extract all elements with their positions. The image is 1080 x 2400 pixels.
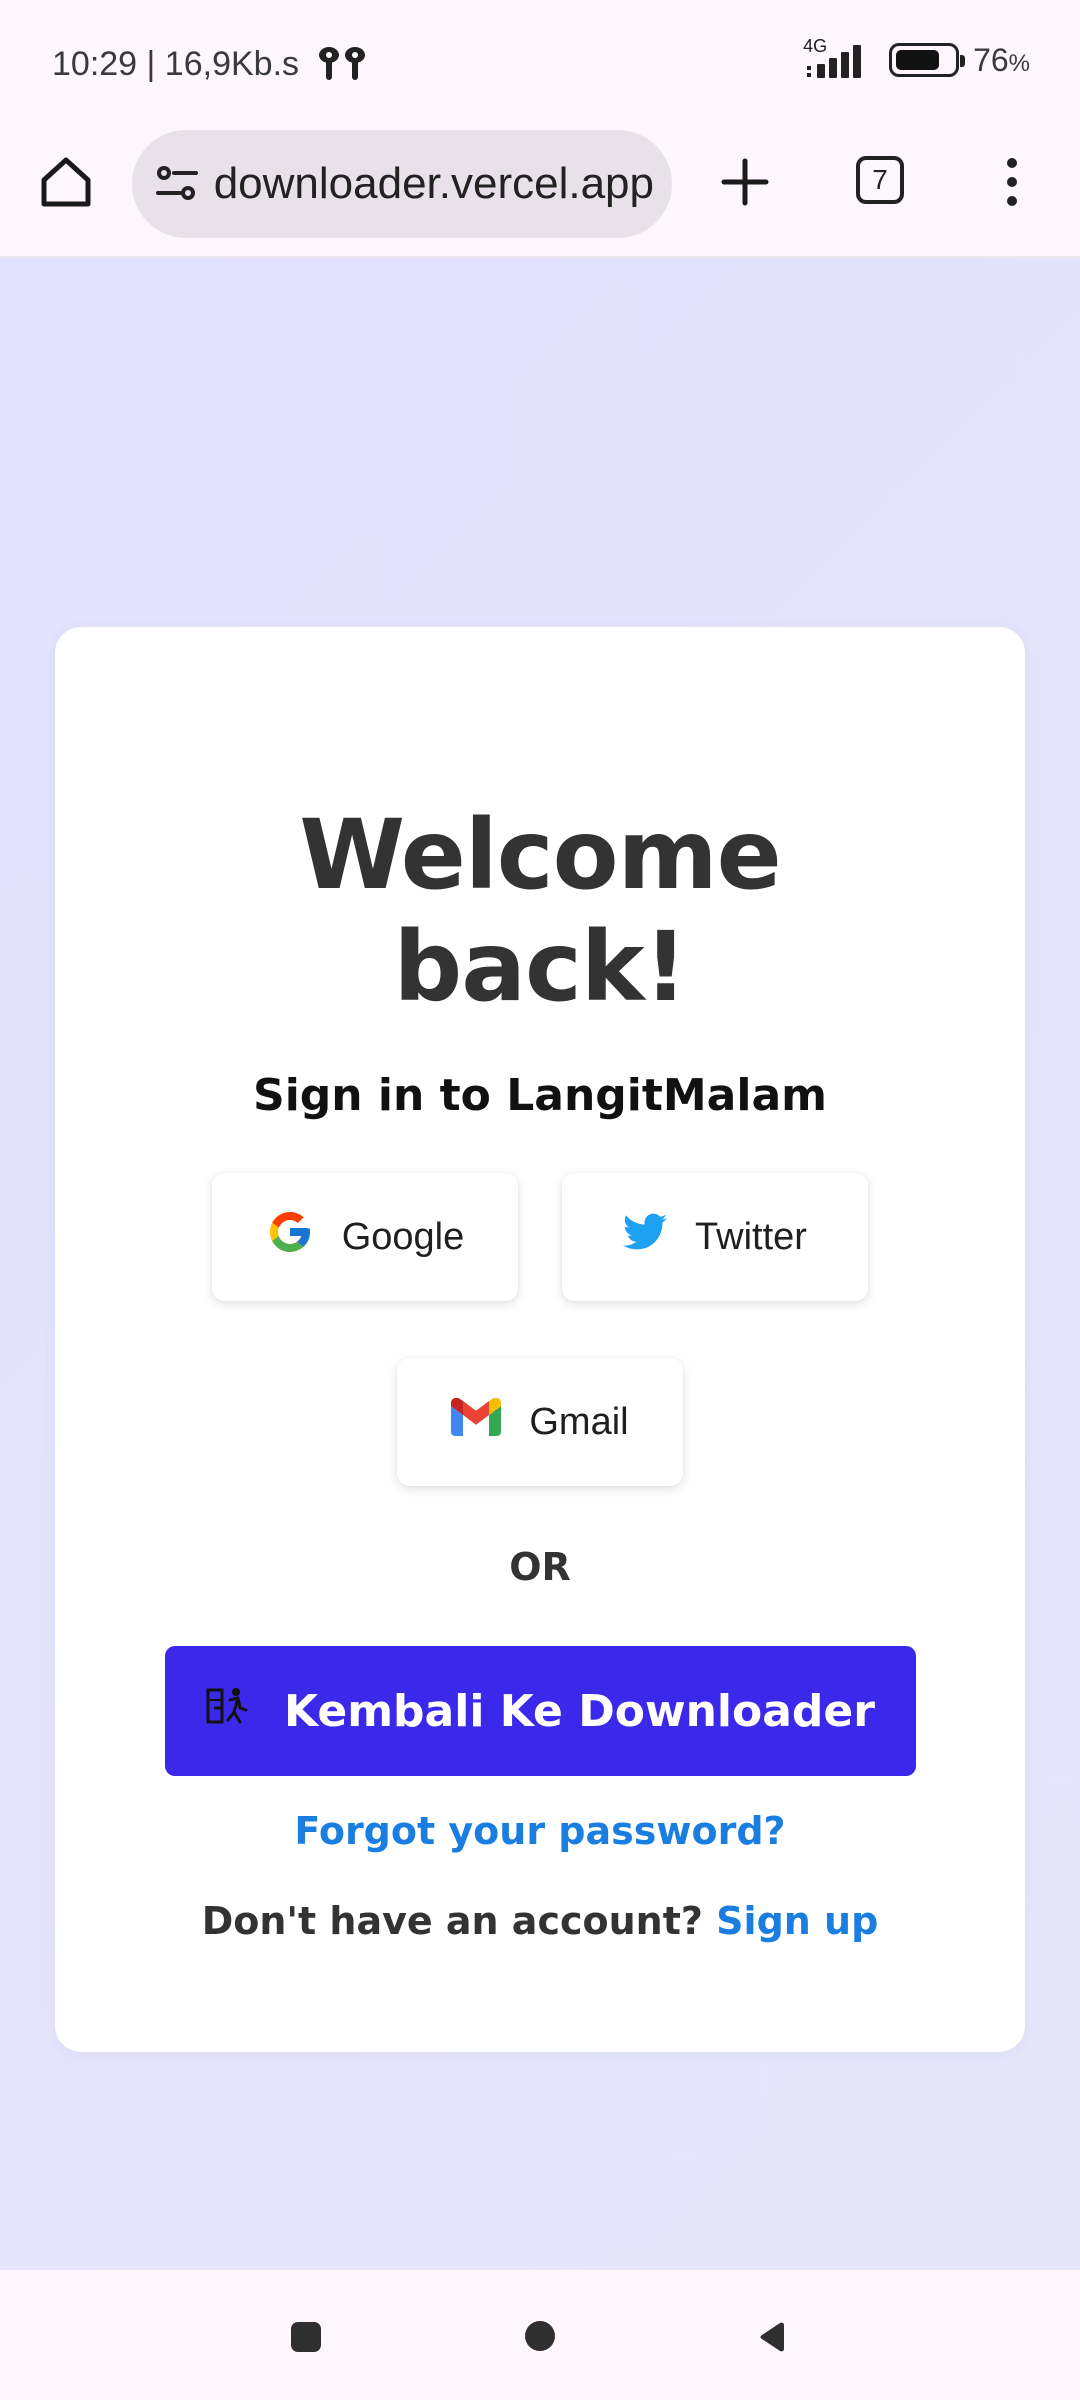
- status-right: 4G 76%: [803, 36, 1030, 80]
- status-time: 10:29 | 16,9Kb.s: [52, 44, 300, 83]
- home-icon[interactable]: [36, 152, 96, 212]
- google-icon: [266, 1208, 314, 1266]
- gmail-label: Gmail: [529, 1400, 629, 1443]
- page-title: Welcome back!: [55, 799, 1025, 1023]
- google-label: Google: [341, 1215, 465, 1258]
- page-content: Welcome back! Sign in to LangitMalam Goo…: [0, 258, 1080, 2270]
- battery-percent: 76%: [973, 42, 1030, 79]
- gmail-icon: [451, 1397, 502, 1446]
- battery-value: 76: [973, 41, 1009, 78]
- earbuds-icon: [315, 44, 371, 84]
- address-bar[interactable]: downloader.vercel.app: [132, 130, 672, 238]
- signup-line: Don't have an account? Sign up: [55, 1899, 1025, 1943]
- more-menu-icon[interactable]: [990, 152, 1034, 212]
- status-left: 10:29 | 16,9Kb.s: [52, 44, 371, 84]
- recents-button[interactable]: [291, 2322, 321, 2352]
- forgot-password-link[interactable]: Forgot your password?: [55, 1809, 1025, 1853]
- twitter-label: Twitter: [695, 1215, 807, 1258]
- site-settings-icon[interactable]: [154, 161, 200, 207]
- url-text: downloader.vercel.app: [214, 159, 654, 208]
- system-nav-bar: [0, 2270, 1080, 2400]
- status-bar: 10:29 | 16,9Kb.s 4G 76%: [0, 0, 1080, 130]
- signup-link[interactable]: Sign up: [716, 1899, 878, 1943]
- browser-toolbar: downloader.vercel.app 7: [0, 130, 1080, 258]
- signup-prompt: Don't have an account?: [201, 1899, 703, 1943]
- back-button[interactable]: [758, 2322, 788, 2357]
- primary-button-label: Kembali Ke Downloader: [284, 1685, 875, 1737]
- twitter-signin-button[interactable]: Twitter: [562, 1173, 868, 1301]
- exit-icon: [206, 1686, 250, 1737]
- title-line-2: back!: [393, 911, 687, 1023]
- tab-count: 7: [872, 164, 888, 195]
- back-to-downloader-button[interactable]: Kembali Ke Downloader: [165, 1646, 916, 1776]
- battery-unit: %: [1008, 49, 1030, 77]
- title-line-1: Welcome: [299, 799, 781, 911]
- new-tab-icon[interactable]: [715, 152, 775, 212]
- google-signin-button[interactable]: Google: [212, 1173, 518, 1301]
- signin-subtitle: Sign in to LangitMalam: [253, 1070, 827, 1121]
- or-divider: OR: [509, 1545, 571, 1589]
- tab-switcher-icon[interactable]: 7: [856, 156, 904, 204]
- battery-icon: [889, 43, 966, 77]
- login-card: Welcome back! Sign in to LangitMalam Goo…: [55, 627, 1025, 2052]
- gmail-signin-button[interactable]: Gmail: [397, 1358, 683, 1486]
- signal-icon: 4G: [803, 36, 875, 80]
- battery-fill: [896, 50, 940, 70]
- home-button[interactable]: [525, 2321, 555, 2351]
- twitter-icon: [623, 1213, 668, 1261]
